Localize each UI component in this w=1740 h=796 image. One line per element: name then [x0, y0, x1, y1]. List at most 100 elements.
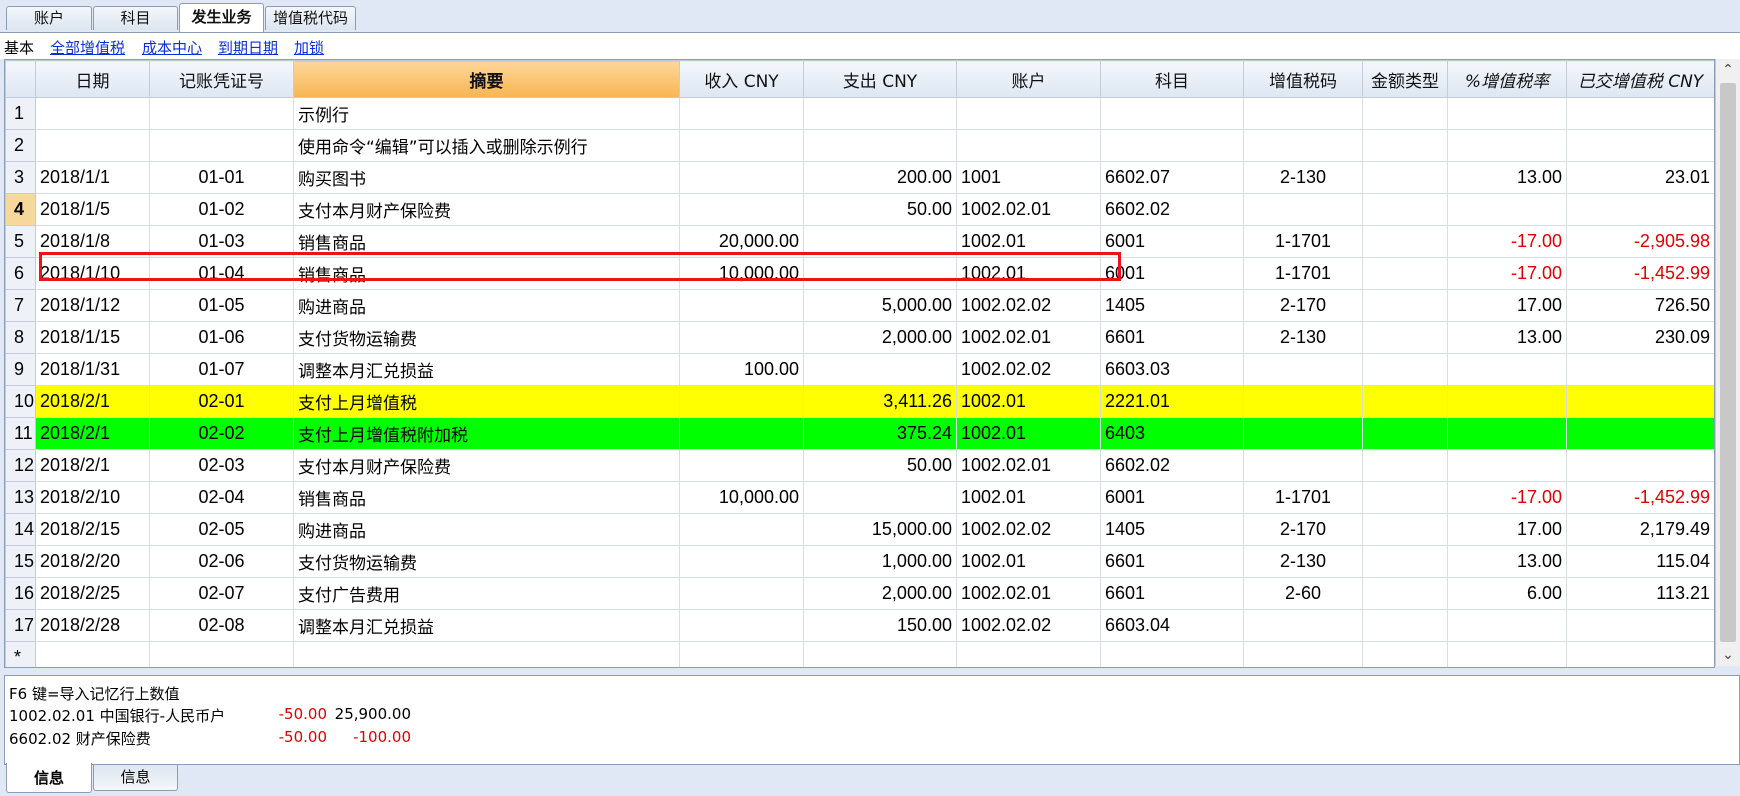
vat-rate-cell[interactable]: 17.00: [1447, 289, 1567, 322]
col-header-vat-code[interactable]: 增值税码: [1243, 60, 1363, 98]
income-cell[interactable]: [679, 545, 804, 578]
description-cell[interactable]: 购买图书: [293, 161, 680, 194]
date-cell[interactable]: 2018/1/1: [35, 161, 150, 194]
vat-paid-cell[interactable]: 230.09: [1566, 321, 1714, 354]
expense-cell[interactable]: 3,411.26: [803, 385, 957, 418]
date-cell[interactable]: 2018/1/8: [35, 225, 150, 258]
subject-cell[interactable]: 6601: [1100, 577, 1244, 610]
expense-cell[interactable]: [803, 353, 957, 386]
vat-rate-cell[interactable]: -17.00: [1447, 257, 1567, 290]
date-cell[interactable]: 2018/2/1: [35, 385, 150, 418]
vat-code-cell[interactable]: [1243, 449, 1363, 482]
amount-type-cell[interactable]: [1362, 641, 1448, 667]
table-row[interactable]: 11 2018/2/1 02-02 支付上月增值税附加税 375.24 1002.01 64…: [5, 417, 1714, 450]
description-cell[interactable]: 调整本月汇兑损益: [293, 609, 680, 642]
col-header-subject[interactable]: 科目: [1100, 60, 1244, 98]
income-cell[interactable]: [679, 577, 804, 610]
account-cell[interactable]: 1002.02.01: [956, 193, 1101, 226]
row-number-cell[interactable]: 17: [5, 609, 36, 642]
scroll-down-icon[interactable]: ⌄: [1716, 644, 1740, 666]
col-header-date[interactable]: 日期: [35, 60, 150, 98]
account-cell[interactable]: 1002.01: [956, 417, 1101, 450]
vat-rate-cell[interactable]: [1447, 417, 1567, 450]
subject-cell[interactable]: 1405: [1100, 289, 1244, 322]
doc-number-cell[interactable]: 01-06: [149, 321, 294, 354]
table-row[interactable]: *: [5, 641, 1714, 667]
tab-subjects[interactable]: 科目: [93, 6, 178, 30]
income-cell[interactable]: [679, 321, 804, 354]
row-number-cell[interactable]: 9: [5, 353, 36, 386]
bottom-tab-info[interactable]: 信息: [6, 763, 92, 793]
vat-code-cell[interactable]: 2-170: [1243, 289, 1363, 322]
row-number-cell[interactable]: 2: [5, 129, 36, 162]
account-cell[interactable]: [956, 129, 1101, 162]
row-number-cell[interactable]: 13: [5, 481, 36, 514]
row-number-cell[interactable]: 16: [5, 577, 36, 610]
expense-cell[interactable]: [803, 129, 957, 162]
date-cell[interactable]: 2018/1/12: [35, 289, 150, 322]
row-number-cell[interactable]: 10: [5, 385, 36, 418]
vat-code-cell[interactable]: 1-1701: [1243, 225, 1363, 258]
income-cell[interactable]: [679, 609, 804, 642]
account-cell[interactable]: [956, 641, 1101, 667]
vat-paid-cell[interactable]: [1566, 609, 1714, 642]
table-row[interactable]: 14 2018/2/15 02-05 购进商品 15,000.00 1002.02.02 1…: [5, 513, 1714, 546]
table-row[interactable]: 13 2018/2/10 02-04 销售商品 10,000.00 1002.01 6001…: [5, 481, 1714, 514]
vat-rate-cell[interactable]: 13.00: [1447, 161, 1567, 194]
account-cell[interactable]: 1002.02.02: [956, 609, 1101, 642]
income-cell[interactable]: 10,000.00: [679, 481, 804, 514]
date-cell[interactable]: 2018/2/1: [35, 449, 150, 482]
view-basic[interactable]: 基本: [4, 37, 34, 58]
subject-cell[interactable]: 6001: [1100, 257, 1244, 290]
subject-cell[interactable]: 6601: [1100, 545, 1244, 578]
amount-type-cell[interactable]: [1362, 481, 1448, 514]
amount-type-cell[interactable]: [1362, 385, 1448, 418]
vat-rate-cell[interactable]: 6.00: [1447, 577, 1567, 610]
vat-code-cell[interactable]: 2-60: [1243, 577, 1363, 610]
vat-rate-cell[interactable]: [1447, 385, 1567, 418]
doc-number-cell[interactable]: 01-02: [149, 193, 294, 226]
account-cell[interactable]: 1002.02.02: [956, 513, 1101, 546]
row-number-cell[interactable]: 4: [5, 193, 36, 226]
expense-cell[interactable]: 2,000.00: [803, 577, 957, 610]
description-cell[interactable]: 支付货物运输费: [293, 545, 680, 578]
vat-code-cell[interactable]: [1243, 97, 1363, 130]
amount-type-cell[interactable]: [1362, 449, 1448, 482]
subject-cell[interactable]: 2221.01: [1100, 385, 1244, 418]
amount-type-cell[interactable]: [1362, 321, 1448, 354]
vat-paid-cell[interactable]: -1,452.99: [1566, 257, 1714, 290]
vat-paid-cell[interactable]: [1566, 97, 1714, 130]
amount-type-cell[interactable]: [1362, 609, 1448, 642]
vat-paid-cell[interactable]: 23.01: [1566, 161, 1714, 194]
income-cell[interactable]: [679, 449, 804, 482]
amount-type-cell[interactable]: [1362, 161, 1448, 194]
doc-number-cell[interactable]: 02-03: [149, 449, 294, 482]
subject-cell[interactable]: 6601: [1100, 321, 1244, 354]
subject-cell[interactable]: 6602.07: [1100, 161, 1244, 194]
subject-cell[interactable]: [1100, 97, 1244, 130]
account-cell[interactable]: 1002.02.01: [956, 321, 1101, 354]
row-number-cell[interactable]: 15: [5, 545, 36, 578]
account-cell[interactable]: 1002.01: [956, 257, 1101, 290]
table-row[interactable]: 5 2018/1/8 01-03 销售商品 20,000.00 1002.01 6001 1-…: [5, 225, 1714, 258]
income-cell[interactable]: [679, 129, 804, 162]
date-cell[interactable]: 2018/1/10: [35, 257, 150, 290]
income-cell[interactable]: 20,000.00: [679, 225, 804, 258]
vat-rate-cell[interactable]: 17.00: [1447, 513, 1567, 546]
vertical-scrollbar[interactable]: ⌃ ⌄: [1715, 59, 1740, 666]
vat-paid-cell[interactable]: -1,452.99: [1566, 481, 1714, 514]
vat-rate-cell[interactable]: [1447, 193, 1567, 226]
date-cell[interactable]: 2018/1/15: [35, 321, 150, 354]
date-cell[interactable]: 2018/2/15: [35, 513, 150, 546]
amount-type-cell[interactable]: [1362, 417, 1448, 450]
expense-cell[interactable]: 2,000.00: [803, 321, 957, 354]
date-cell[interactable]: 2018/2/25: [35, 577, 150, 610]
amount-type-cell[interactable]: [1362, 289, 1448, 322]
vat-code-cell[interactable]: [1243, 609, 1363, 642]
description-cell[interactable]: 销售商品: [293, 257, 680, 290]
doc-number-cell[interactable]: [149, 641, 294, 667]
expense-cell[interactable]: [803, 97, 957, 130]
scroll-up-icon[interactable]: ⌃: [1716, 59, 1740, 81]
amount-type-cell[interactable]: [1362, 97, 1448, 130]
amount-type-cell[interactable]: [1362, 129, 1448, 162]
